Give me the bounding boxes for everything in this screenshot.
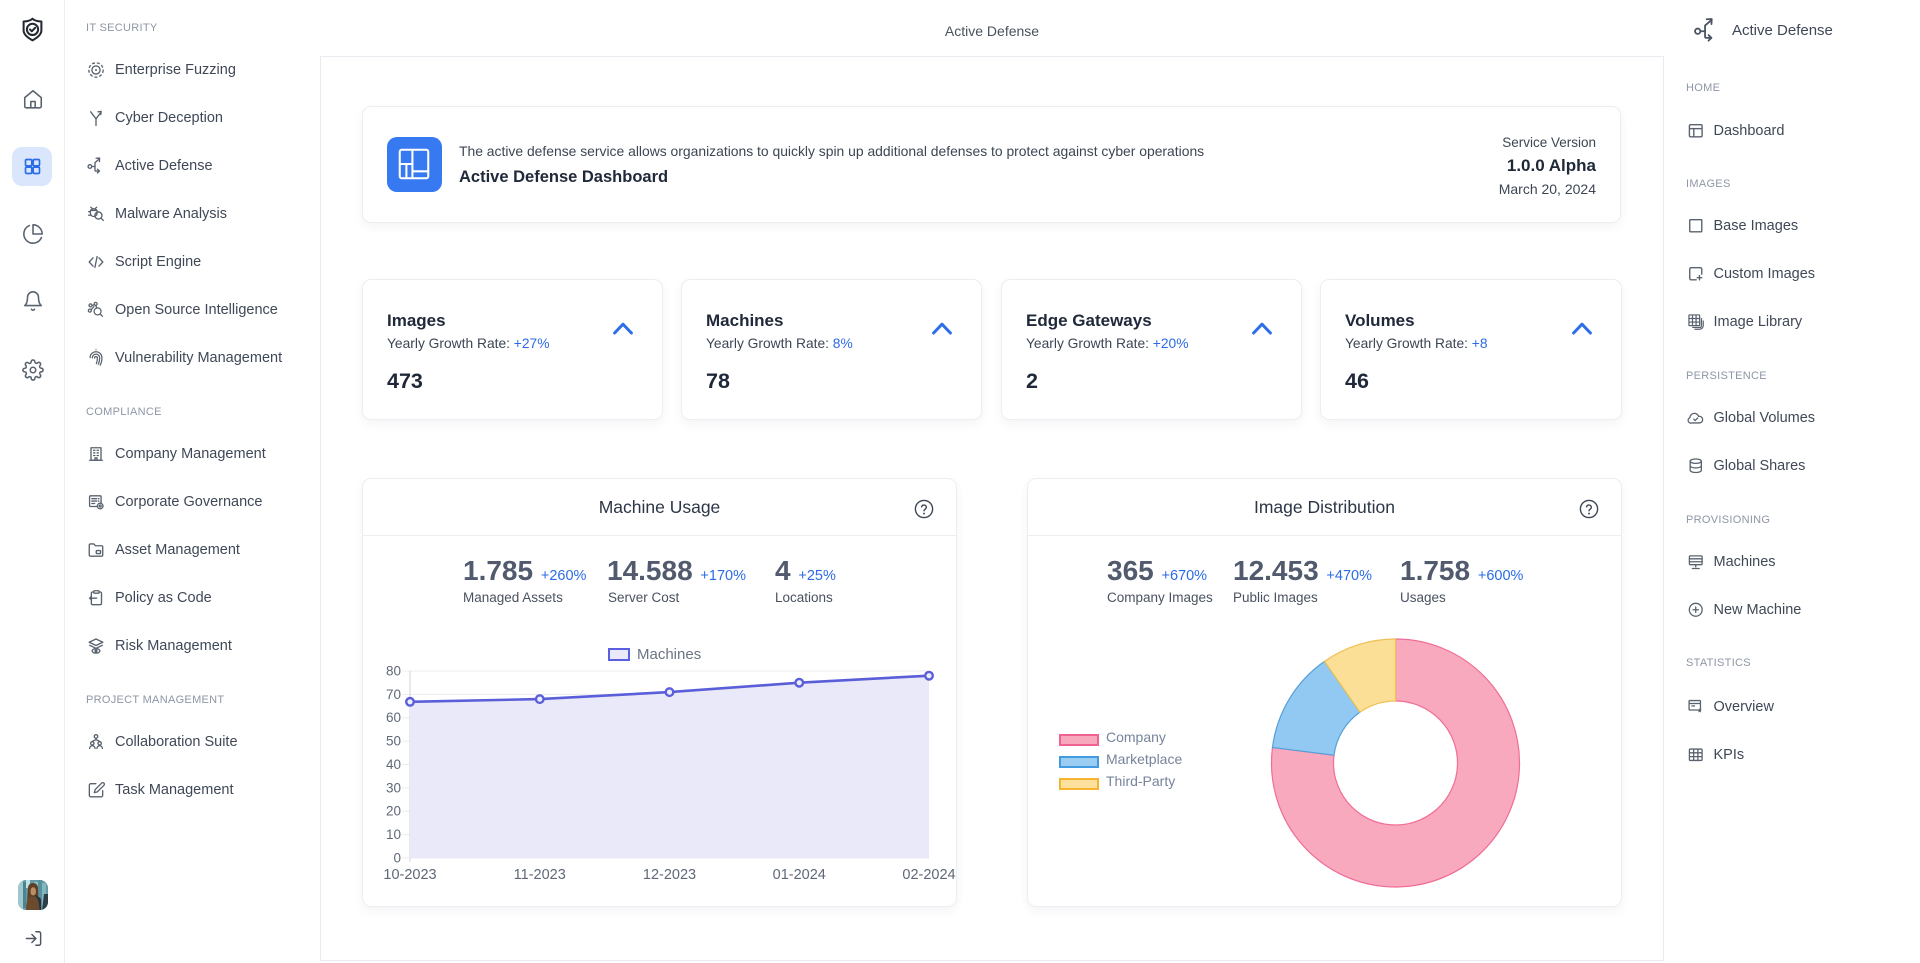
svg-text:50: 50 [386,734,401,749]
svg-text:11-2023: 11-2023 [514,867,566,883]
svg-text:20: 20 [386,804,401,819]
svg-text:0: 0 [393,851,401,866]
svg-text:02-2024: 02-2024 [902,867,955,883]
svg-text:70: 70 [386,687,401,702]
svg-text:80: 80 [386,664,401,679]
svg-text:30: 30 [386,780,401,795]
svg-text:10-2023: 10-2023 [383,867,436,883]
svg-text:12-2023: 12-2023 [643,867,696,883]
svg-text:10: 10 [386,827,401,842]
svg-text:01-2024: 01-2024 [773,867,826,883]
svg-text:60: 60 [386,710,401,725]
svg-text:40: 40 [386,757,401,772]
